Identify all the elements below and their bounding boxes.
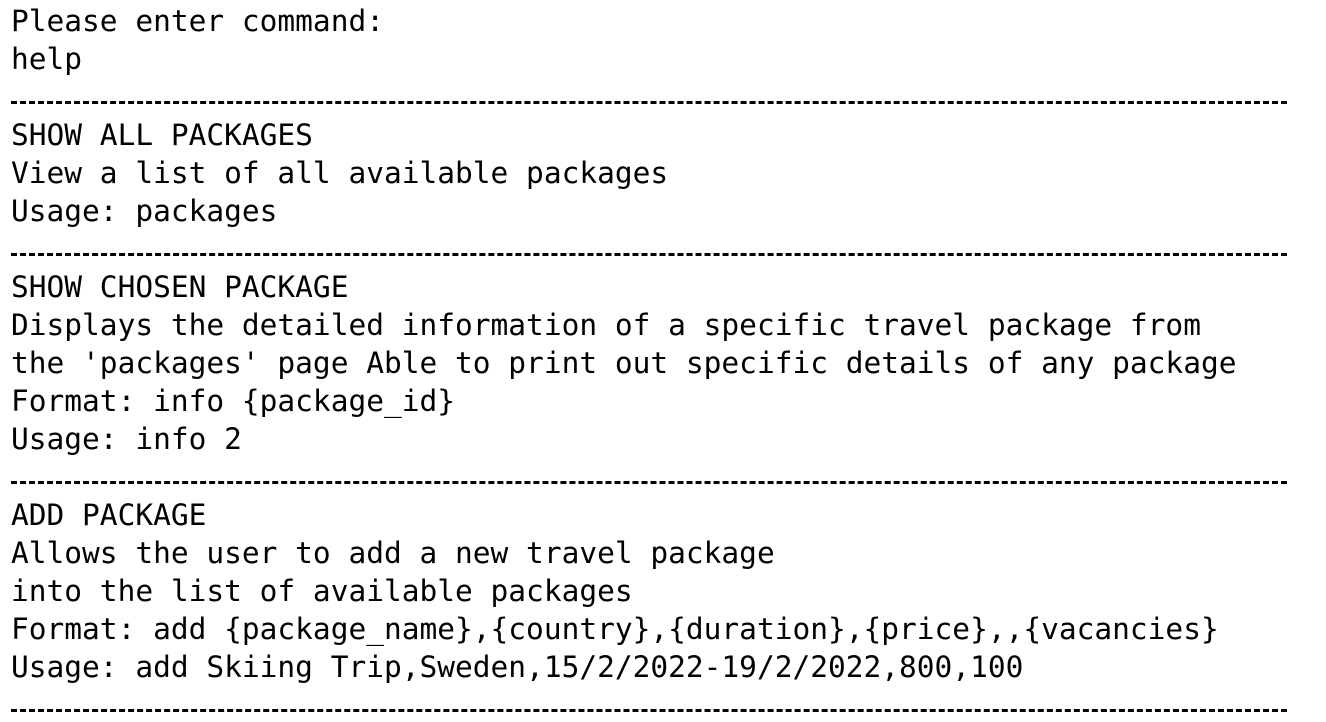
help-section-show-all-packages: SHOW ALL PACKAGES View a list of all ava… xyxy=(11,116,1321,230)
section-description: View a list of all available packages xyxy=(11,156,669,190)
separator-line xyxy=(11,458,1321,496)
separator-line xyxy=(11,230,1321,268)
command-prompt: Please enter command: xyxy=(11,4,384,38)
section-description: the 'packages' page Able to print out sp… xyxy=(11,346,1237,380)
section-title: SHOW CHOSEN PACKAGE xyxy=(11,270,349,304)
section-description: Displays the detailed information of a s… xyxy=(11,308,1201,342)
section-description: Allows the user to add a new travel pack… xyxy=(11,536,775,570)
help-section-show-chosen-package: SHOW CHOSEN PACKAGE Displays the detaile… xyxy=(11,268,1321,458)
section-title: SHOW ALL PACKAGES xyxy=(11,118,313,152)
section-title: ADD PACKAGE xyxy=(11,498,207,532)
section-usage: Usage: add Skiing Trip,Sweden,15/2/2022-… xyxy=(11,650,1024,684)
section-usage: Usage: packages xyxy=(11,194,278,228)
section-format: Format: add {package_name},{country},{du… xyxy=(11,612,1219,646)
terminal-output: Please enter command: help SHOW ALL PACK… xyxy=(11,0,1321,722)
section-description: into the list of available packages xyxy=(11,574,633,608)
help-section-add-package: ADD PACKAGE Allows the user to add a new… xyxy=(11,496,1321,686)
separator-line xyxy=(11,686,1321,722)
separator-line xyxy=(11,78,1321,116)
section-usage: Usage: info 2 xyxy=(11,422,242,456)
section-format: Format: info {package_id} xyxy=(11,384,456,418)
command-input-echo: help xyxy=(11,42,83,76)
